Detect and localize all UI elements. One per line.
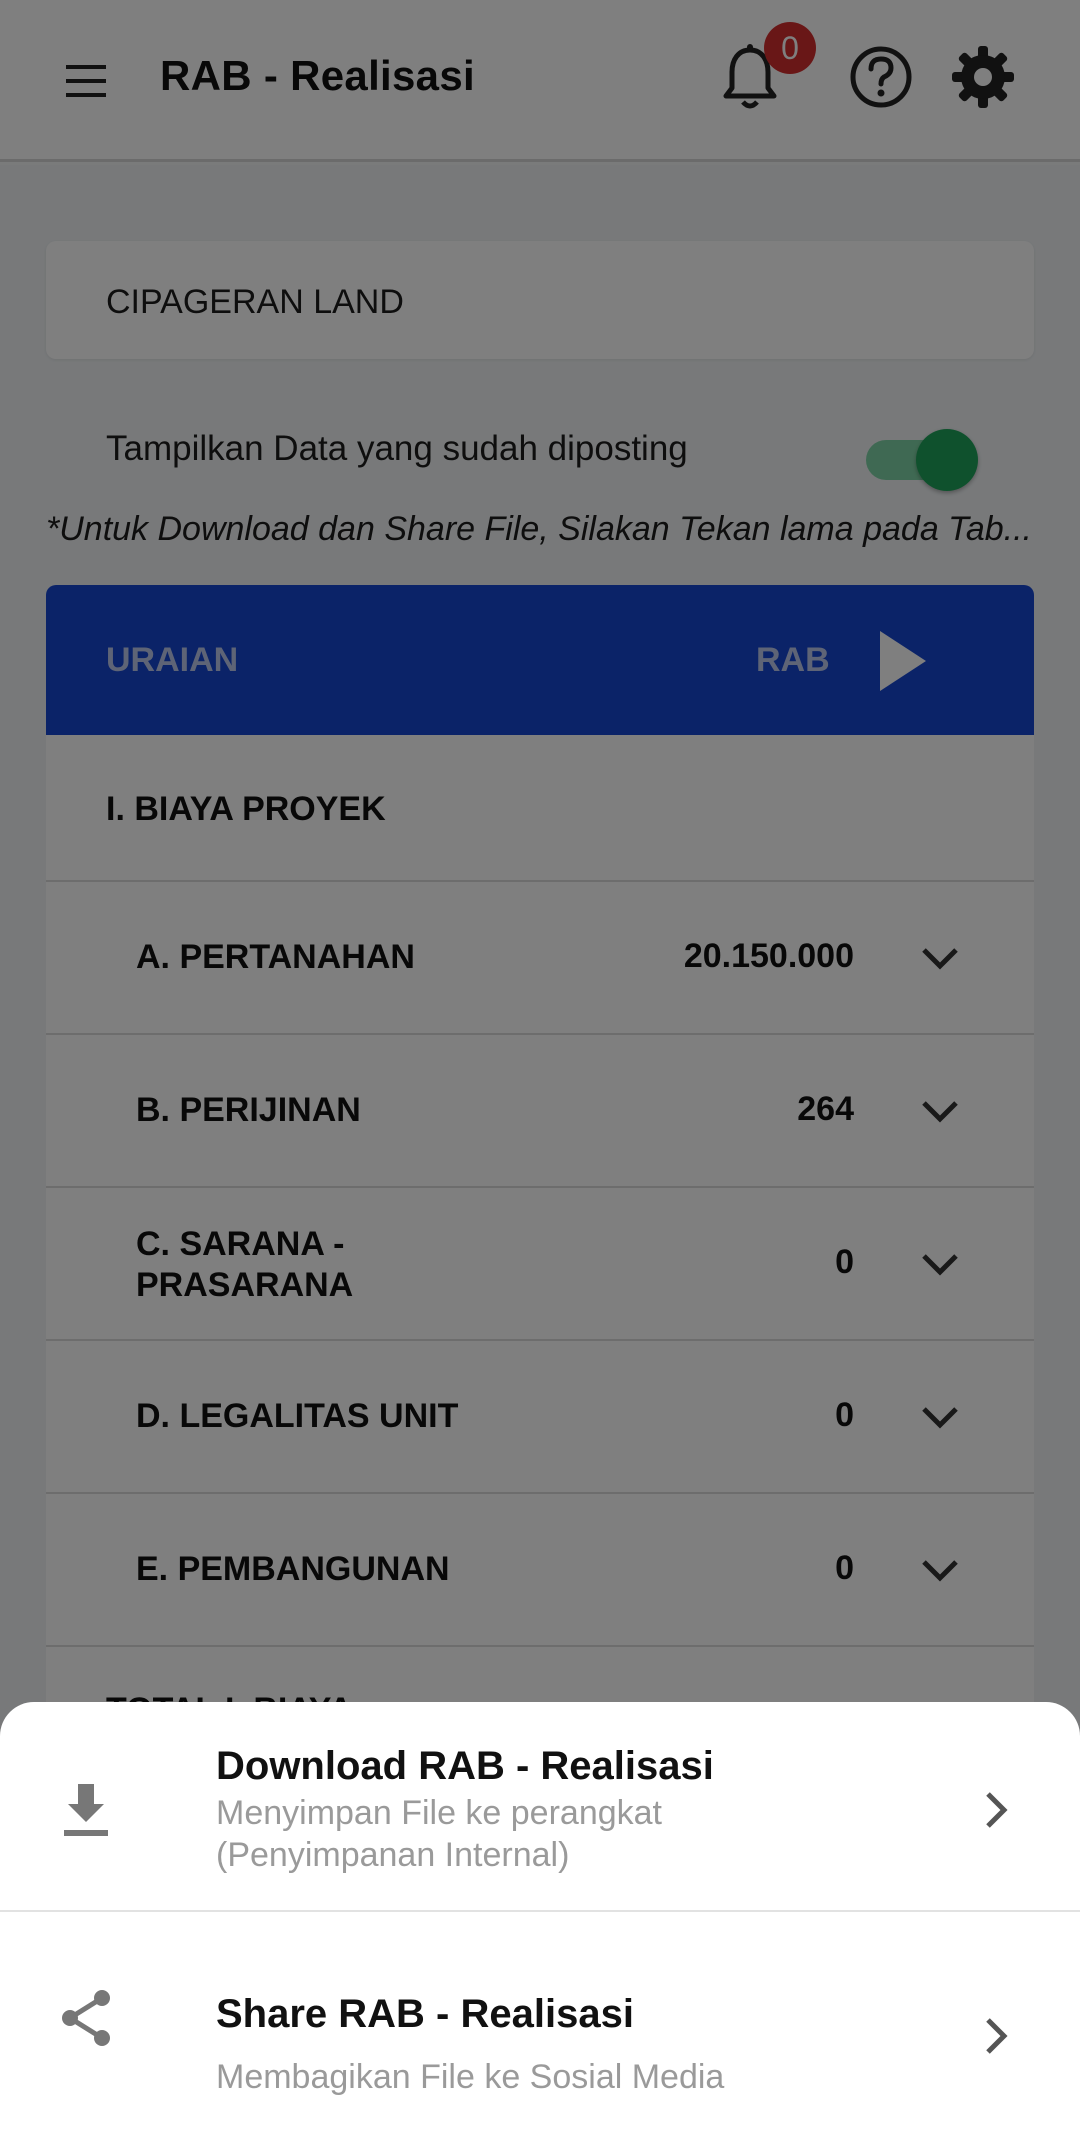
chevron-right-icon (986, 1792, 1008, 1828)
download-subtitle: Menyimpan File ke perangkat (Penyimpanan… (216, 1794, 663, 1874)
share-icon (62, 1990, 110, 2046)
download-icon (64, 1784, 108, 1836)
share-option[interactable]: Share RAB - Realisasi Membagikan File ke… (0, 1912, 1080, 2144)
download-option[interactable]: Download RAB - Realisasi Menyimpan File … (0, 1702, 1080, 1910)
download-title: Download RAB - Realisasi (216, 1744, 714, 1788)
bottom-sheet: Download RAB - Realisasi Menyimpan File … (0, 1702, 1080, 2144)
share-subtitle: Membagikan File ke Sosial Media (216, 2058, 725, 2096)
chevron-right-icon (986, 2018, 1008, 2054)
share-title: Share RAB - Realisasi (216, 1992, 634, 2036)
